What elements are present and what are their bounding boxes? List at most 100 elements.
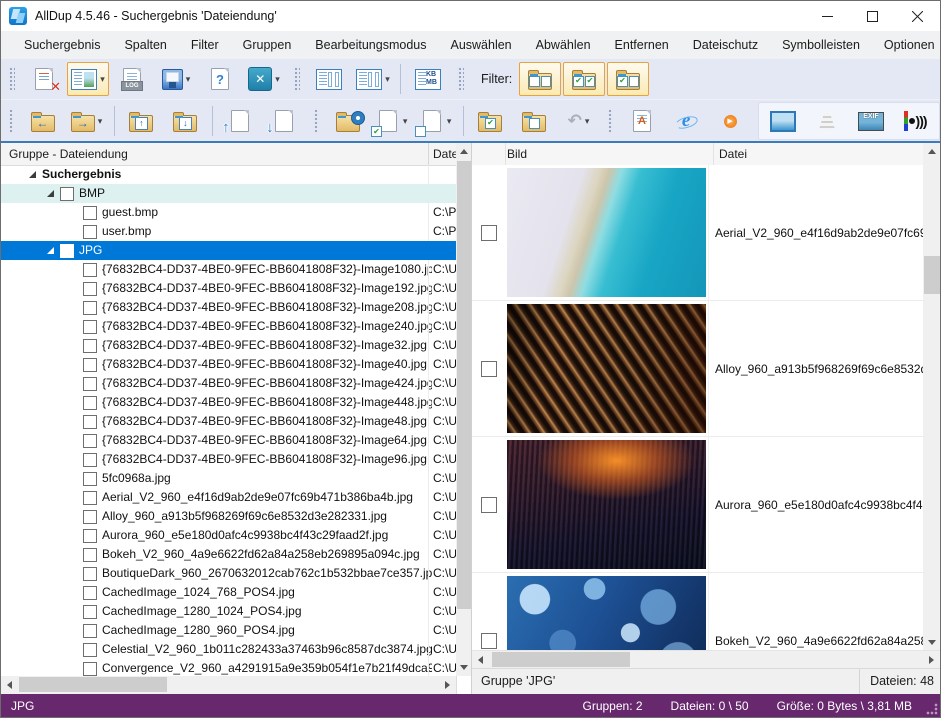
dropdown-arrow-icon[interactable]: ▾ (98, 116, 103, 127)
expander-icon[interactable] (29, 171, 36, 178)
scroll-right-arrow[interactable] (439, 676, 456, 693)
tree-row-group-bmp[interactable]: BMP (1, 184, 456, 203)
checkbox[interactable] (83, 396, 97, 410)
duplicate-row[interactable]: Aurora_960_e5e180d0afc4c9938bc4f43c29faa… (472, 437, 923, 573)
checkbox[interactable] (83, 320, 97, 334)
duplicate-row[interactable]: Bokeh_V2_960_4a9e6622fd62a84a258eb269895… (472, 573, 923, 651)
dropdown-arrow-icon[interactable]: ▾ (385, 74, 390, 85)
menu-symbolleisten[interactable]: Symbolleisten (770, 31, 872, 59)
preview-layout-button[interactable]: ▾ (67, 62, 109, 96)
tree-row-file[interactable]: Celestial_V2_960_1b011c282433a37463b96c8… (1, 640, 456, 659)
checkbox[interactable] (83, 263, 97, 277)
checkbox[interactable] (83, 225, 97, 239)
image-column-header[interactable]: Bild (507, 143, 527, 165)
show-exif-button[interactable]: EXIF (850, 104, 892, 138)
file-up-button[interactable]: ↑ (219, 104, 261, 138)
group-down-button[interactable]: ↓ (164, 104, 206, 138)
toolbar-grip[interactable] (313, 108, 319, 134)
tree-row-file[interactable]: Aerial_V2_960_e4f16d9ab2de9e07fc69b471b3… (1, 488, 456, 507)
close-window-button[interactable]: ✕ ▾ (243, 62, 285, 96)
dropdown-arrow-icon[interactable]: ▾ (403, 116, 408, 127)
menu-spalten[interactable]: Spalten (112, 31, 178, 59)
checkbox[interactable] (83, 301, 97, 315)
tree-row-file[interactable]: {76832BC4-DD37-4BE0-9FEC-BB6041808F32}-I… (1, 298, 456, 317)
scroll-left-arrow[interactable] (1, 676, 18, 693)
tree-header[interactable]: Gruppe - Dateiendung Datei (1, 143, 456, 166)
checkbox[interactable] (83, 605, 97, 619)
play-audio-button[interactable]: ))) (894, 104, 936, 138)
menu-bearbeitungsmodus[interactable]: Bearbeitungsmodus (303, 31, 438, 59)
scroll-down-arrow[interactable] (456, 659, 471, 676)
checkbox[interactable] (481, 225, 497, 241)
toolbar-grip[interactable] (607, 108, 613, 134)
maximize-button[interactable] (850, 1, 895, 31)
expander-icon[interactable] (47, 247, 54, 254)
scroll-up-arrow[interactable] (923, 143, 940, 160)
toolbar-grip[interactable] (457, 66, 464, 92)
filter-all-selected-button[interactable]: ✔✔ (563, 62, 605, 96)
tree-header-group-column[interactable]: Gruppe - Dateiendung (9, 143, 128, 165)
tree-horizontal-scrollbar[interactable] (1, 676, 456, 694)
thumbnail-aurora-glow[interactable] (507, 440, 706, 569)
checkbox[interactable] (83, 358, 97, 372)
size-format-button[interactable]: KBMB (407, 62, 449, 96)
resize-grip[interactable] (926, 703, 938, 715)
group-up-button[interactable]: ↑ (120, 104, 162, 138)
menu-filter[interactable]: Filter (179, 31, 231, 59)
tree-row-file[interactable]: {76832BC4-DD37-4BE0-9FEC-BB6041808F32}-I… (1, 336, 456, 355)
tree-row-file[interactable]: {76832BC4-DD37-4BE0-9FEC-BB6041808F32}-I… (1, 374, 456, 393)
minimize-button[interactable] (805, 1, 850, 31)
tree-vertical-scrollbar[interactable] (456, 143, 471, 676)
checkbox[interactable] (83, 643, 97, 657)
checkbox[interactable] (481, 633, 497, 649)
menu-suchergebnis[interactable]: Suchergebnis (12, 31, 112, 59)
menu-auswaehlen[interactable]: Auswählen (438, 31, 523, 59)
help-button[interactable]: ? (199, 62, 241, 96)
tree-row-file[interactable]: {76832BC4-DD37-4BE0-9FEC-BB6041808F32}-I… (1, 260, 456, 279)
tree-row-file[interactable]: Convergence_V2_960_a4291915a9e359b054f1e… (1, 659, 456, 676)
tree-row-file[interactable]: CachedImage_1280_1024_POS4.jpgC:\U (1, 602, 456, 621)
duplicates-vertical-scrollbar[interactable] (923, 143, 940, 651)
tree-row-file[interactable]: Alloy_960_a913b5f968269f69c6e8532d3e2823… (1, 507, 456, 526)
scrollbar-thumb[interactable] (492, 652, 630, 667)
tree-row-file[interactable]: guest.bmpC:\P (1, 203, 456, 222)
tree-row-file[interactable]: {76832BC4-DD37-4BE0-9FEC-BB6041808F32}-I… (1, 431, 456, 450)
tree-row-file[interactable]: BoutiqueDark_960_2670632012cab762c1b532b… (1, 564, 456, 583)
checkbox[interactable] (481, 497, 497, 513)
tree-row-file[interactable]: CachedImage_1280_960_POS4.jpgC:\U (1, 621, 456, 640)
checkbox[interactable] (83, 377, 97, 391)
checkbox[interactable] (481, 361, 497, 377)
menu-optionen[interactable]: Optionen (872, 31, 941, 59)
open-vlc-button[interactable] (806, 104, 848, 138)
checkbox[interactable] (83, 434, 97, 448)
tree-row-file[interactable]: user.bmpC:\P (1, 222, 456, 241)
open-text-editor-button[interactable]: A (621, 104, 663, 138)
toolbar-grip[interactable] (293, 66, 300, 92)
tree-row-file[interactable]: 5fc0968a.jpgC:\U (1, 469, 456, 488)
open-media-player-button[interactable]: ▶ (709, 104, 751, 138)
checkbox[interactable] (83, 567, 97, 581)
checkbox[interactable] (83, 662, 97, 676)
scroll-down-arrow[interactable] (923, 634, 940, 651)
checkbox[interactable] (83, 624, 97, 638)
dropdown-arrow-icon[interactable]: ▾ (447, 116, 452, 127)
select-folder-button[interactable]: ✔ (469, 104, 511, 138)
tree-row-group-jpg-selected[interactable]: JPG (1, 241, 456, 260)
checkbox[interactable] (83, 282, 97, 296)
undo-button[interactable]: ↶ ▾ (557, 104, 599, 138)
column-width-button[interactable]: ▾ (352, 62, 394, 96)
filter-none-selected-button[interactable] (519, 62, 561, 96)
checkbox[interactable] (83, 206, 97, 220)
scrollbar-thumb[interactable] (924, 256, 941, 294)
dropdown-arrow-icon[interactable]: ▾ (275, 74, 280, 85)
next-group-button[interactable]: → ▾ (66, 104, 108, 138)
save-button[interactable]: ▾ (155, 62, 197, 96)
dropdown-arrow-icon[interactable]: ▾ (585, 116, 590, 127)
close-search-result-button[interactable]: ✕ (23, 62, 65, 96)
duplicate-row[interactable]: Alloy_960_a913b5f968269f69c6e8532d3e2823… (472, 301, 923, 437)
thumbnail-aerial-beach[interactable] (507, 168, 706, 297)
menu-abwaehlen[interactable]: Abwählen (524, 31, 603, 59)
dropdown-arrow-icon[interactable]: ▾ (186, 74, 191, 85)
folder-options-button[interactable] (327, 104, 369, 138)
checkbox[interactable] (83, 453, 97, 467)
